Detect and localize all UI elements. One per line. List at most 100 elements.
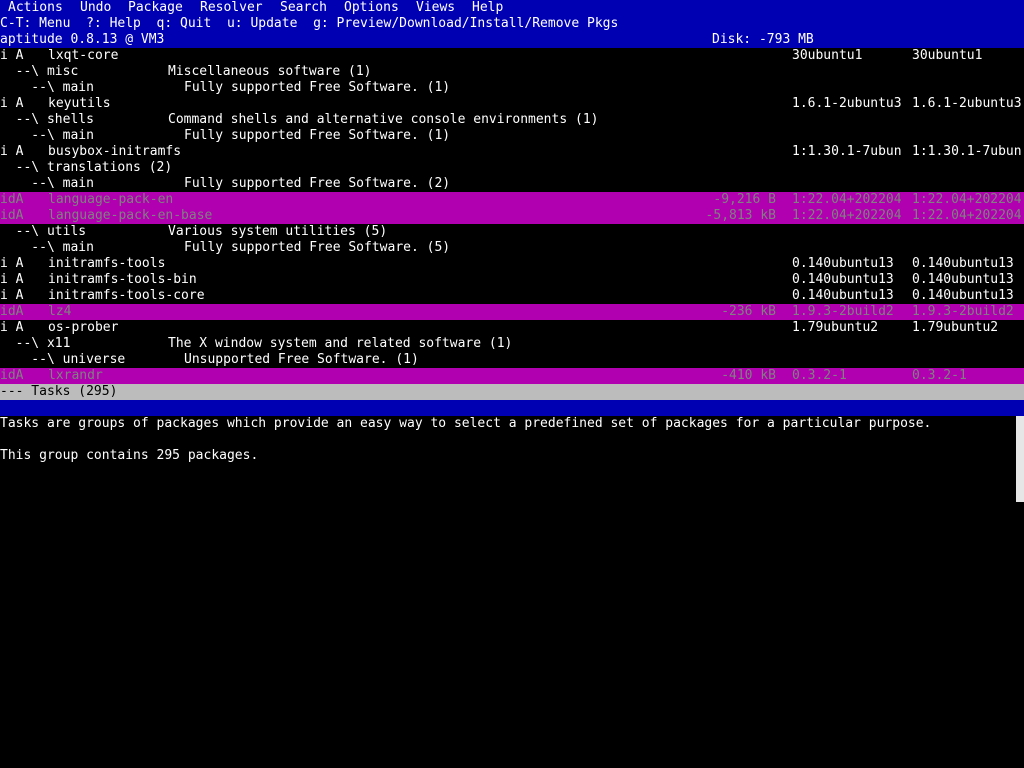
package-current-version: 0.140ubuntu13 (792, 256, 894, 271)
description-pane: Tasks are groups of packages which provi… (0, 416, 1016, 768)
section-row[interactable]: --\ main Fully supported Free Software. (… (0, 176, 1024, 192)
package-flags: i A (0, 256, 24, 271)
package-flags: idA (0, 192, 24, 207)
package-current-version: 1:22.04+202204 (792, 208, 902, 223)
section-tree-label: --\ main (0, 240, 94, 255)
package-current-version: 30ubuntu1 (792, 48, 863, 63)
status-bar: aptitude 0.8.13 @ VM3 Disk: -793 MB (0, 32, 1024, 48)
package-name: lxqt-core (48, 48, 119, 63)
section-description: Command shells and alternative console e… (168, 112, 599, 127)
package-flags: i A (0, 272, 24, 287)
package-row[interactable]: i A initramfs-tools 0.140ubuntu13 0.140ubun… (0, 256, 1024, 272)
package-row[interactable]: i A keyutils 1.6.1-2ubuntu3 1.6.1-2ubuntu3 (0, 96, 1024, 112)
menu-package[interactable]: Package (128, 0, 183, 16)
section-tree-label: --\ shells (0, 112, 94, 127)
section-row[interactable]: --\ utils Various system utilities (5) (0, 224, 1024, 240)
tasks-group-label: --- Tasks (295) (0, 384, 118, 399)
package-row[interactable]: idA lz4 -236 kB 1.9.3-2build2 1.9.3-2build2 (0, 304, 1024, 320)
package-size-change: -236 kB (721, 304, 776, 319)
package-flags: i A (0, 288, 24, 303)
description-line-1: Tasks are groups of packages which provi… (0, 416, 932, 431)
section-description: Various system utilities (5) (168, 224, 388, 239)
section-description: The X window system and related software… (168, 336, 513, 351)
package-name: lxrandr (48, 368, 103, 383)
description-line-2: This group contains 295 packages. (0, 448, 259, 463)
section-tree-label: --\ main (0, 176, 94, 191)
package-row[interactable]: idA language-pack-en-base -5,813 kB 1:22.04… (0, 208, 1024, 224)
package-row[interactable]: i A os-prober 1.79ubuntu2 1.79ubuntu2 (0, 320, 1024, 336)
package-name: language-pack-en-base (48, 208, 213, 223)
section-tree-label: --\ main (0, 128, 94, 143)
package-size-change: -9,216 B (713, 192, 776, 207)
package-flags: i A (0, 48, 24, 63)
package-flags: i A (0, 144, 24, 159)
package-candidate-version: 1:22.04+202204 (912, 208, 1022, 223)
section-row[interactable]: --\ universe Unsupported Free Software. (… (0, 352, 1024, 368)
pane-separator (0, 400, 1024, 416)
section-row[interactable]: --\ main Fully supported Free Software. (… (0, 80, 1024, 96)
section-row[interactable]: --\ translations (2) (0, 160, 1024, 176)
section-tree-label: --\ translations (2) (0, 160, 173, 175)
package-flags: i A (0, 320, 24, 335)
package-current-version: 1:1.30.1-7ubun (792, 144, 902, 159)
section-tree-label: --\ x11 (0, 336, 71, 351)
menu-actions[interactable]: Actions (8, 0, 63, 16)
menu-help[interactable]: Help (472, 0, 503, 16)
package-current-version: 1.9.3-2build2 (792, 304, 894, 319)
package-row[interactable]: i A initramfs-tools-bin 0.140ubuntu13 0.140… (0, 272, 1024, 288)
package-row[interactable]: i A busybox-initramfs 1:1.30.1-7ubun 1:1.30… (0, 144, 1024, 160)
package-candidate-version: 30ubuntu1 (912, 48, 983, 63)
package-current-version: 0.140ubuntu13 (792, 288, 894, 303)
package-candidate-version: 1.79ubuntu2 (912, 320, 999, 335)
package-candidate-version: 0.140ubuntu13 (912, 288, 1014, 303)
section-row[interactable]: --\ x11 The X window system and related s… (0, 336, 1024, 352)
package-row[interactable]: i A lxqt-core 30ubuntu1 30ubuntu1 (0, 48, 1024, 64)
package-current-version: 1.79ubuntu2 (792, 320, 879, 335)
disk-usage: Disk: -793 MB (712, 32, 814, 47)
description-scrollbar-thumb[interactable] (1016, 416, 1024, 502)
package-name: initramfs-tools (48, 256, 166, 271)
section-tree-label: --\ universe (0, 352, 126, 367)
package-candidate-version: 0.140ubuntu13 (912, 272, 1014, 287)
menu-resolver[interactable]: Resolver (200, 0, 263, 16)
tasks-group-header[interactable]: --- Tasks (295) (0, 384, 1024, 400)
section-description: Unsupported Free Software. (1) (184, 352, 419, 367)
section-row[interactable]: --\ main Fully supported Free Software. (… (0, 128, 1024, 144)
package-name: language-pack-en (48, 192, 174, 207)
section-tree-label: --\ utils (0, 224, 87, 239)
menu-search[interactable]: Search (280, 0, 327, 16)
package-flags: idA (0, 368, 24, 383)
package-name: os-prober (48, 320, 119, 335)
package-row[interactable]: i A initramfs-tools-core 0.140ubuntu13 0.14… (0, 288, 1024, 304)
section-row[interactable]: --\ main Fully supported Free Software. (… (0, 240, 1024, 256)
package-name: lz4 (48, 304, 72, 319)
package-size-change: -410 kB (721, 368, 776, 383)
package-current-version: 1:22.04+202204 (792, 192, 902, 207)
menu-views[interactable]: Views (416, 0, 455, 16)
package-candidate-version: 0.3.2-1 (912, 368, 967, 383)
package-candidate-version: 1.6.1-2ubuntu3 (912, 96, 1022, 111)
package-row[interactable]: idA language-pack-en -9,216 B 1:22.04+20220… (0, 192, 1024, 208)
package-row[interactable]: idA lxrandr -410 kB 0.3.2-1 0.3.2-1 (0, 368, 1024, 384)
menu-options[interactable]: Options (344, 0, 399, 16)
key-help-text: C-T: Menu ?: Help q: Quit u: Update g: P… (0, 16, 619, 31)
package-flags: idA (0, 208, 24, 223)
section-description: Miscellaneous software (1) (168, 64, 372, 79)
package-candidate-version: 1:1.30.1-7ubun (912, 144, 1022, 159)
section-tree-label: --\ main (0, 80, 94, 95)
section-description: Fully supported Free Software. (2) (184, 176, 451, 191)
package-current-version: 0.3.2-1 (792, 368, 847, 383)
section-row[interactable]: --\ shells Command shells and alternative… (0, 112, 1024, 128)
section-description: Fully supported Free Software. (1) (184, 128, 451, 143)
section-tree-label: --\ misc (0, 64, 79, 79)
section-row[interactable]: --\ misc Miscellaneous software (1) (0, 64, 1024, 80)
key-help-bar: C-T: Menu ?: Help q: Quit u: Update g: P… (0, 16, 1024, 32)
package-flags: idA (0, 304, 24, 319)
package-current-version: 1.6.1-2ubuntu3 (792, 96, 902, 111)
section-description: Fully supported Free Software. (1) (184, 80, 451, 95)
package-candidate-version: 0.140ubuntu13 (912, 256, 1014, 271)
package-name: initramfs-tools-bin (48, 272, 197, 287)
package-current-version: 0.140ubuntu13 (792, 272, 894, 287)
menu-undo[interactable]: Undo (80, 0, 111, 16)
package-candidate-version: 1:22.04+202204 (912, 192, 1022, 207)
